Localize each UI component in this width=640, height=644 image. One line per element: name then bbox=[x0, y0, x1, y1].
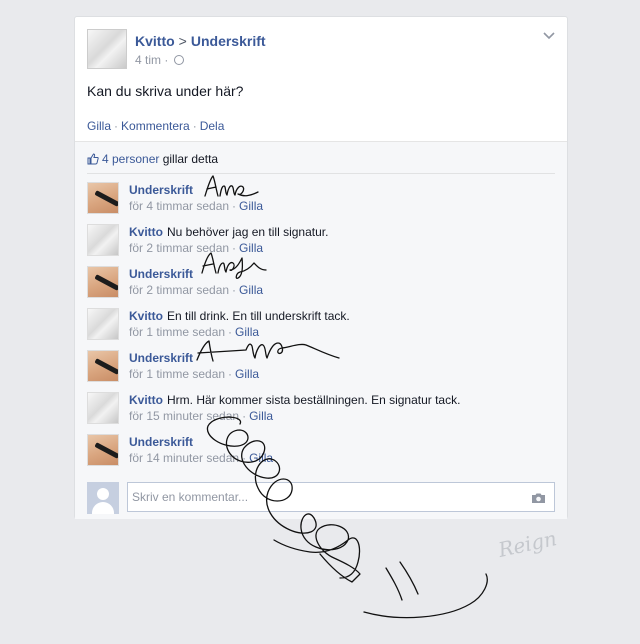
comment-item: Kvitto Hrm. Här kommer sista beställninge… bbox=[87, 392, 547, 426]
commenter-avatar-pen[interactable] bbox=[87, 182, 119, 214]
comment-body: Underskrift bbox=[129, 183, 193, 197]
artist-watermark: Reign bbox=[496, 526, 559, 562]
comment-author-link[interactable]: Kvitto bbox=[129, 309, 163, 323]
pen-shape bbox=[94, 190, 118, 207]
comment-item: Kvitto Nu behöver jag en till signatur. fö… bbox=[87, 224, 547, 258]
comment-like-link[interactable]: Gilla bbox=[235, 325, 259, 339]
comment-item: Kvitto En till drink. En till underskrift… bbox=[87, 308, 547, 342]
post-timestamp: 4 tim · bbox=[135, 53, 184, 67]
comment-author-link[interactable]: Underskrift bbox=[129, 351, 193, 365]
comment-timestamp[interactable]: för 1 timme sedan bbox=[129, 325, 225, 339]
comment-meta-dot: · bbox=[232, 241, 237, 255]
comment-timestamp[interactable]: för 2 timmar sedan bbox=[129, 283, 229, 297]
post-title-separator: > bbox=[178, 33, 187, 49]
comment-timestamp[interactable]: för 15 minuter sedan bbox=[129, 409, 239, 423]
comment-author-link[interactable]: Kvitto bbox=[129, 393, 163, 407]
comment-author-link[interactable]: Underskrift bbox=[129, 183, 193, 197]
comment-author-link[interactable]: Underskrift bbox=[129, 435, 193, 449]
share-link[interactable]: Dela bbox=[200, 119, 225, 133]
comment-like-link[interactable]: Gilla bbox=[239, 199, 263, 213]
comment-meta: för 1 timme sedan · Gilla bbox=[129, 367, 259, 381]
camera-icon[interactable] bbox=[532, 492, 545, 503]
comment-like-link[interactable]: Gilla bbox=[235, 367, 259, 381]
post-author-avatar[interactable] bbox=[87, 29, 127, 69]
avatar-shoulders-shape bbox=[92, 502, 114, 514]
comment-like-link[interactable]: Gilla bbox=[249, 409, 273, 423]
actions-dot: · bbox=[192, 119, 197, 133]
composer-avatar bbox=[87, 482, 119, 514]
comment-like-link[interactable]: Gilla bbox=[239, 283, 263, 297]
pen-shape bbox=[94, 358, 118, 375]
smiley-eye-left bbox=[385, 567, 403, 601]
commenter-avatar-receipt[interactable] bbox=[87, 308, 119, 340]
comment-meta-dot: · bbox=[242, 451, 247, 465]
commenter-avatar-pen[interactable] bbox=[87, 350, 119, 382]
comment-meta: för 4 timmar sedan · Gilla bbox=[129, 199, 263, 213]
likes-count-link[interactable]: 4 personer bbox=[102, 152, 159, 166]
post-author-link[interactable]: Kvitto bbox=[135, 33, 175, 49]
comment-meta: för 15 minuter sedan · Gilla bbox=[129, 409, 273, 423]
comment-timestamp[interactable]: för 4 timmar sedan bbox=[129, 199, 229, 213]
comment-timestamp[interactable]: för 2 timmar sedan bbox=[129, 241, 229, 255]
commenter-avatar-pen[interactable] bbox=[87, 434, 119, 466]
commenter-avatar-receipt[interactable] bbox=[87, 392, 119, 424]
comment-meta-dot: · bbox=[228, 367, 233, 381]
comment-author-link[interactable]: Kvitto bbox=[129, 225, 163, 239]
comment-text: Nu behöver jag en till signatur. bbox=[167, 225, 329, 239]
post-actions: Gilla · Kommentera · Dela bbox=[87, 119, 224, 133]
comment-author-link[interactable]: Underskrift bbox=[129, 267, 193, 281]
likes-divider bbox=[87, 173, 555, 174]
post-time-text[interactable]: 4 tim · bbox=[135, 53, 168, 67]
smiley-eye-right bbox=[399, 561, 419, 595]
comment-item: Underskrift för 14 minuter sedan · Gilla bbox=[87, 434, 547, 468]
comment-like-link[interactable]: Gilla bbox=[249, 451, 273, 465]
like-link[interactable]: Gilla bbox=[87, 119, 111, 133]
comment-text: Hrm. Här kommer sista beställningen. En … bbox=[167, 393, 461, 407]
chevron-down-icon[interactable] bbox=[543, 29, 555, 43]
comment-meta-dot: · bbox=[232, 199, 237, 213]
comment-meta: för 2 timmar sedan · Gilla bbox=[129, 283, 263, 297]
comment-like-link[interactable]: Gilla bbox=[239, 241, 263, 255]
post-target-link[interactable]: Underskrift bbox=[191, 33, 266, 49]
post-card: Kvitto > Underskrift 4 tim · Kan du skriva… bbox=[74, 16, 568, 519]
comment-meta: för 2 timmar sedan · Gilla bbox=[129, 241, 263, 255]
thumbs-up-icon bbox=[87, 153, 99, 165]
comment-meta-dot: · bbox=[228, 325, 233, 339]
comment-item: Underskrift för 2 timmar sedan · Gilla bbox=[87, 266, 547, 300]
post-text: Kan du skriva under här? bbox=[87, 83, 244, 99]
pen-shape bbox=[94, 274, 118, 291]
comment-timestamp[interactable]: för 1 timme sedan bbox=[129, 367, 225, 381]
comment-body: Kvitto En till drink. En till underskrift… bbox=[129, 309, 350, 323]
smiley-mouth bbox=[363, 573, 488, 619]
commenter-avatar-receipt[interactable] bbox=[87, 224, 119, 256]
comment-text: En till drink. En till underskrift tack. bbox=[167, 309, 350, 323]
comment-body: Underskrift bbox=[129, 435, 193, 449]
comment-item: Underskrift för 4 timmar sedan · Gilla bbox=[87, 182, 547, 216]
comment-meta-dot: · bbox=[232, 283, 237, 297]
comment-body: Kvitto Nu behöver jag en till signatur. bbox=[129, 225, 328, 239]
likes-summary: 4 personer gillar detta bbox=[87, 152, 218, 166]
comment-input[interactable] bbox=[127, 482, 555, 512]
comment-body: Kvitto Hrm. Här kommer sista beställninge… bbox=[129, 393, 460, 407]
comment-link[interactable]: Kommentera bbox=[121, 119, 190, 133]
comment-body: Underskrift bbox=[129, 267, 193, 281]
post-title: Kvitto > Underskrift bbox=[135, 33, 266, 49]
commenter-avatar-pen[interactable] bbox=[87, 266, 119, 298]
globe-icon bbox=[173, 55, 184, 65]
avatar-head-shape bbox=[97, 488, 109, 500]
comment-meta: för 1 timme sedan · Gilla bbox=[129, 325, 259, 339]
pen-shape bbox=[94, 442, 118, 459]
feedback-section: 4 personer gillar detta Underskrift för 4… bbox=[75, 141, 567, 519]
comment-item: Underskrift för 1 timme sedan · Gilla bbox=[87, 350, 547, 384]
actions-dot: · bbox=[114, 119, 119, 133]
comment-meta-dot: · bbox=[242, 409, 247, 423]
comment-meta: för 14 minuter sedan · Gilla bbox=[129, 451, 273, 465]
comment-body: Underskrift bbox=[129, 351, 193, 365]
comment-timestamp[interactable]: för 14 minuter sedan bbox=[129, 451, 239, 465]
likes-suffix: gillar detta bbox=[159, 152, 219, 166]
